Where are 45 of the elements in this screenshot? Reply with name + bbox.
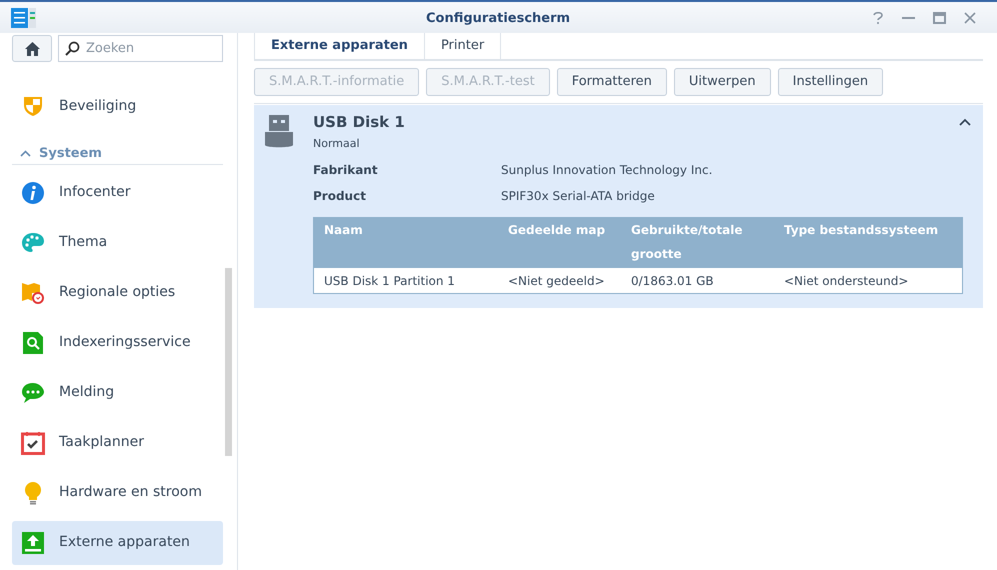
- window-title: Configuratiescherm: [426, 10, 570, 28]
- scrollbar[interactable]: [225, 268, 232, 456]
- search-field[interactable]: Zoeken: [58, 35, 223, 62]
- property-value: Sunplus Innovation Technology Inc.: [501, 162, 712, 179]
- home-button[interactable]: [12, 35, 52, 62]
- sidebar-item[interactable]: Taakplanner: [12, 420, 223, 464]
- usb-drive-icon: [264, 115, 294, 149]
- device-name: USB Disk 1: [313, 112, 405, 133]
- table-cell-text: 0/1863.01 GB: [630, 272, 715, 290]
- help-icon[interactable]: [872, 12, 884, 24]
- sidebar-item[interactable]: Externe apparaten: [12, 520, 223, 564]
- table-cell-text: USB Disk 1 Partition 1: [323, 272, 456, 290]
- sidebar-item[interactable]: Beveiliging: [12, 84, 223, 128]
- sidebar-item[interactable]: Hardware en stroom: [12, 470, 223, 514]
- property-label: Product: [313, 188, 367, 205]
- home-icon: [24, 42, 40, 56]
- close-icon[interactable]: [964, 12, 976, 24]
- property-value: SPIF30x Serial-ATA bridge: [501, 188, 655, 205]
- maximize-icon[interactable]: [933, 12, 946, 24]
- calendar-check-icon: [21, 430, 45, 454]
- tab[interactable]: Externe apparaten: [254, 33, 424, 59]
- chat-bubble-icon: [21, 380, 45, 404]
- app-icon: [11, 8, 36, 28]
- map-clock-icon: [21, 280, 45, 304]
- collapse-chevron-icon[interactable]: [959, 118, 971, 126]
- sidebar-item[interactable]: Regionale opties: [12, 270, 223, 314]
- sidebar-item[interactable]: Indexeringsservice: [12, 320, 223, 364]
- table-cell-text: <Niet ondersteund>: [783, 272, 910, 290]
- shield-icon: [21, 94, 45, 118]
- tab[interactable]: Printer: [424, 33, 502, 59]
- device-status: Normaal: [313, 136, 361, 152]
- toolbar-button[interactable]: Uitwerpen: [674, 68, 771, 96]
- sidebar-item[interactable]: Melding: [12, 370, 223, 414]
- toolbar-button[interactable]: Formatteren: [556, 68, 667, 96]
- search-document-icon: [21, 330, 45, 354]
- palette-icon: [21, 230, 45, 254]
- property-label: Fabrikant: [313, 162, 379, 179]
- toolbar-button[interactable]: Instellingen: [778, 68, 884, 96]
- info-icon: [21, 180, 45, 204]
- upload-icon: [21, 530, 45, 554]
- sidebar-item[interactable]: Infocenter: [12, 170, 223, 214]
- chevron-icon: [20, 150, 31, 158]
- search-icon: [65, 41, 80, 56]
- sidebar-item[interactable]: Thema: [12, 220, 223, 264]
- table-cell-text: <Niet gedeeld>: [507, 272, 606, 290]
